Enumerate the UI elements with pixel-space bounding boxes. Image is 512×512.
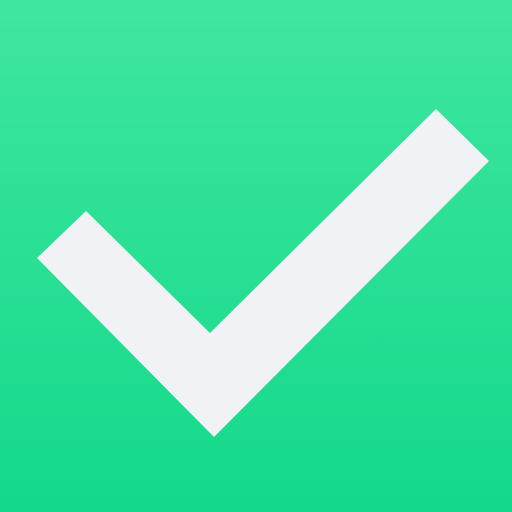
app-icon-background bbox=[0, 0, 512, 512]
checkmark-icon bbox=[37, 109, 489, 437]
checkmark-shape bbox=[37, 109, 489, 437]
